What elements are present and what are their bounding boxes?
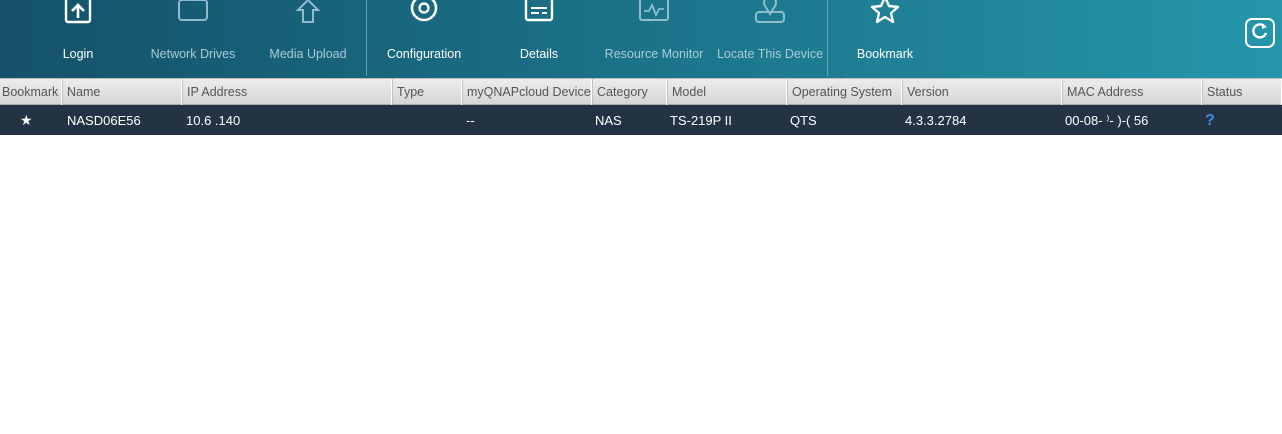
- details-button[interactable]: Details: [481, 0, 597, 78]
- column-header-status[interactable]: Status: [1202, 79, 1282, 105]
- network-drives-button[interactable]: Network Drives: [135, 0, 251, 78]
- network-drives-label: Network Drives: [150, 47, 236, 61]
- column-header-bookmark[interactable]: Bookmark: [0, 79, 62, 105]
- locate-device-icon: [752, 0, 788, 28]
- toolbar: Login Network Drives Media Upload Config…: [0, 0, 1282, 78]
- locate-device-label: Locate This Device: [716, 47, 824, 61]
- column-header-model[interactable]: Model: [667, 79, 787, 105]
- configuration-button[interactable]: Configuration: [366, 0, 482, 78]
- configuration-label: Configuration: [386, 47, 462, 61]
- status-unknown-icon: ?: [1205, 112, 1215, 129]
- resource-monitor-button[interactable]: Resource Monitor: [596, 0, 712, 78]
- login-icon: [60, 0, 96, 28]
- device-table-header: Bookmark Name IP Address Type myQNAPclou…: [0, 78, 1282, 105]
- media-upload-icon: [290, 0, 326, 28]
- login-button[interactable]: Login: [20, 0, 136, 78]
- refresh-button[interactable]: [1245, 18, 1275, 48]
- column-header-operating-system[interactable]: Operating System: [787, 79, 902, 105]
- column-header-type[interactable]: Type: [392, 79, 462, 105]
- column-header-version[interactable]: Version: [902, 79, 1062, 105]
- resource-monitor-label: Resource Monitor: [604, 47, 704, 61]
- column-header-name[interactable]: Name: [62, 79, 182, 105]
- details-icon: [521, 0, 557, 28]
- media-upload-label: Media Upload: [269, 47, 347, 61]
- device-mac-address: 00-08- ⁾- )-( 56: [1065, 113, 1149, 128]
- login-label: Login: [62, 47, 94, 61]
- device-category: NAS: [595, 113, 622, 128]
- device-type: [397, 105, 457, 135]
- details-label: Details: [519, 47, 559, 61]
- table-row[interactable]: ★ NASD06E56 10.6 .140 -- NAS TS-219P II …: [0, 105, 1282, 135]
- media-upload-button[interactable]: Media Upload: [250, 0, 366, 78]
- network-drives-icon: [175, 0, 211, 28]
- column-header-category[interactable]: Category: [592, 79, 667, 105]
- device-ip-address: 10.6 .140: [186, 113, 241, 128]
- bookmark-label: Bookmark: [856, 47, 914, 61]
- locate-device-button[interactable]: Locate This Device: [712, 0, 828, 78]
- column-header-ip-address[interactable]: IP Address: [182, 79, 392, 105]
- bookmark-button[interactable]: Bookmark: [827, 0, 943, 78]
- resource-monitor-icon: [636, 0, 672, 28]
- refresh-icon: [1250, 21, 1270, 46]
- bookmark-star-icon[interactable]: ★: [20, 105, 34, 135]
- device-version: 4.3.3.2784: [905, 113, 967, 128]
- device-model: TS-219P II: [670, 113, 732, 128]
- column-header-myqnapcloud-device[interactable]: myQNAPcloud Device: [462, 79, 592, 105]
- star-icon: [867, 0, 903, 28]
- device-myqnapcloud: --: [466, 113, 475, 128]
- column-header-mac-address[interactable]: MAC Address: [1062, 79, 1202, 105]
- gear-icon: [406, 0, 442, 28]
- device-operating-system: QTS: [790, 113, 817, 128]
- device-name: NASD06E56: [67, 113, 141, 128]
